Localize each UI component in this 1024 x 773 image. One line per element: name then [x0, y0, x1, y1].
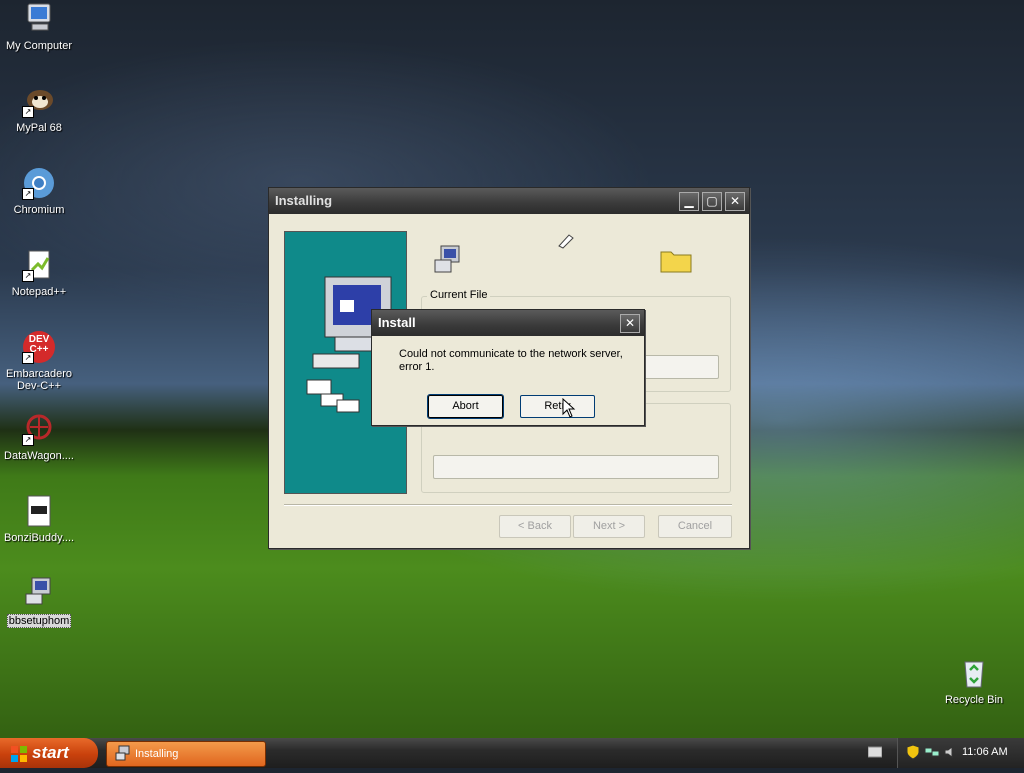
system-tray: 11:06 AM — [897, 738, 1024, 768]
shortcut-arrow-icon: ↗ — [22, 434, 34, 446]
windows-logo-icon — [10, 743, 28, 762]
abort-button[interactable]: Abort — [427, 394, 504, 419]
network-icon[interactable] — [924, 746, 940, 761]
separator — [284, 504, 732, 506]
install-dialog-title: Install — [378, 315, 416, 330]
chromium-icon: ↗ — [22, 166, 56, 200]
maximize-button[interactable]: ▢ — [702, 192, 722, 211]
mypal-browser-icon: ↗ — [22, 84, 56, 118]
desktop-icon-label: bbsetuphom — [6, 614, 72, 628]
keyboard-icon[interactable] — [867, 746, 883, 758]
taskbar-item-installing[interactable]: Installing — [106, 741, 266, 767]
desktop-icon-mypal[interactable]: ↗ MyPal 68 — [0, 84, 78, 134]
setup-program-icon — [115, 745, 131, 761]
minimize-icon: ▁ — [684, 194, 694, 208]
desktop-icon-my-computer[interactable]: My Computer — [0, 2, 78, 52]
desktop-icon-notepadpp[interactable]: ↗ Notepad++ — [0, 248, 78, 298]
desktop-icon-label: Embarcadero Dev-C++ — [5, 368, 73, 392]
bonzibuddy-file-icon — [22, 494, 56, 528]
desktop-icon-dev-cpp[interactable]: DEV C++ ↗ Embarcadero Dev-C++ — [0, 330, 78, 392]
desktop-icon-recycle-bin[interactable]: Recycle Bin — [935, 656, 1013, 706]
security-shield-icon[interactable] — [906, 744, 920, 763]
desktop-icon-datawagon[interactable]: ↗ DataWagon.... — [0, 412, 78, 462]
my-computer-icon — [22, 2, 56, 36]
close-icon: ✕ — [729, 194, 741, 208]
dev-cpp-icon: DEV C++ ↗ — [22, 330, 56, 364]
volume-icon[interactable] — [944, 746, 956, 761]
desktop-icon-label: My Computer — [5, 40, 73, 52]
maximize-icon: ▢ — [706, 194, 718, 208]
install-dialog-title-bar[interactable]: Install ✕ — [372, 310, 644, 336]
minimize-button[interactable]: ▁ — [679, 192, 699, 211]
start-button[interactable]: start — [0, 738, 98, 768]
shortcut-arrow-icon: ↗ — [22, 106, 34, 118]
desktop-icon-label: Notepad++ — [11, 286, 67, 298]
mouse-cursor-icon — [562, 397, 576, 418]
retry-button[interactable]: Retry — [520, 395, 595, 418]
taskbar-item-label: Installing — [135, 748, 179, 760]
installing-title: Installing — [275, 193, 333, 208]
desktop: My Computer ↗ MyPal 68 ↗ Chromium ↗ Note… — [0, 0, 1024, 738]
desktop-icon-bbsetuphom[interactable]: bbsetuphom — [0, 576, 78, 628]
desktop-icon-label: MyPal 68 — [16, 122, 62, 134]
setup-program-icon — [433, 244, 465, 276]
taskbar: start Installing 11:06 AM — [0, 738, 1024, 768]
notepad-plus-plus-icon: ↗ — [22, 248, 56, 282]
start-label: start — [32, 743, 69, 762]
close-icon: ✕ — [624, 316, 636, 330]
setup-program-icon — [22, 576, 56, 610]
recycle-bin-icon — [957, 656, 991, 690]
shortcut-arrow-icon: ↗ — [22, 188, 34, 200]
installing-title-bar[interactable]: Installing ▁ ▢ ✕ — [269, 188, 749, 214]
shortcut-arrow-icon: ↗ — [22, 352, 34, 364]
desktop-icon-label: Recycle Bin — [944, 694, 1004, 706]
back-button[interactable]: < Back — [499, 515, 571, 538]
desktop-icon-chromium[interactable]: ↗ Chromium — [0, 166, 78, 216]
close-button[interactable]: ✕ — [725, 192, 745, 211]
cancel-button[interactable]: Cancel — [658, 515, 732, 538]
current-file-label: Current File — [427, 289, 491, 301]
dialog-close-button[interactable]: ✕ — [620, 314, 640, 333]
error-message: Could not communicate to the network ser… — [399, 348, 623, 373]
next-button[interactable]: Next > — [573, 515, 645, 538]
overall-progress-bar — [433, 455, 719, 479]
shortcut-arrow-icon: ↗ — [22, 270, 34, 282]
desktop-icon-bonzibuddy[interactable]: BonziBuddy.... — [0, 494, 78, 544]
clock[interactable]: 11:06 AM — [962, 746, 1008, 758]
desktop-icon-label: Chromium — [13, 204, 65, 216]
desktop-icon-label: DataWagon.... — [4, 450, 74, 462]
datawagon-icon: ↗ — [22, 412, 56, 446]
folder-icon — [659, 246, 693, 274]
desktop-icon-label: BonziBuddy.... — [3, 532, 75, 544]
paper-icon — [557, 232, 575, 250]
install-error-dialog[interactable]: Install ✕ Could not communicate to the n… — [371, 309, 645, 426]
